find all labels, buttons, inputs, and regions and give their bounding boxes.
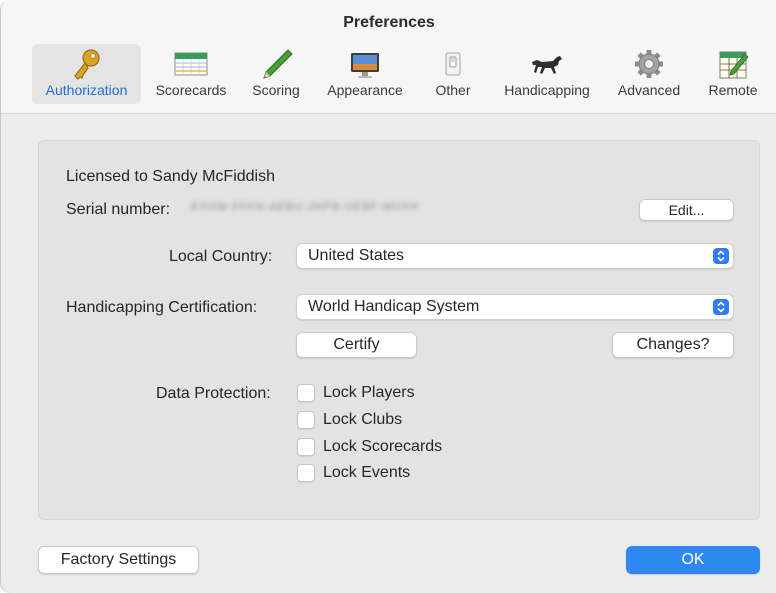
toolbar-authorization[interactable]: Authorization <box>32 44 141 104</box>
scorecard-icon <box>174 52 208 76</box>
local-country-select[interactable]: United States <box>296 243 734 269</box>
toolbar-label: Authorization <box>45 82 128 98</box>
chevron-updown-icon <box>713 248 729 264</box>
toolbar-advanced[interactable]: Advanced <box>609 44 689 104</box>
toolbar-label: Scorecards <box>155 82 227 98</box>
handicapping-certification-value: World Handicap System <box>308 298 480 315</box>
toolbar-scorecards[interactable]: Scorecards <box>147 44 235 104</box>
local-country-label: Local Country: <box>169 248 273 265</box>
toolbar-remote[interactable]: Remote <box>701 44 765 104</box>
pencil-icon <box>263 49 293 79</box>
lock-scorecards-checkbox[interactable] <box>297 438 315 456</box>
toolbar-label: Remote <box>708 82 758 98</box>
window-title: Preferences <box>343 14 435 31</box>
data-protection-label: Data Protection: <box>156 385 271 402</box>
ok-button[interactable]: OK <box>626 546 760 574</box>
lock-scorecards-label: Lock Scorecards <box>323 438 443 455</box>
preferences-window: Preferences Authorization Scorecards Sco… <box>0 0 776 593</box>
changes-button[interactable]: Changes? <box>612 332 734 358</box>
toolbar-label: Appearance <box>327 82 403 98</box>
lock-events-label: Lock Events <box>323 464 411 481</box>
toolbar-label: Other <box>435 82 471 98</box>
factory-settings-button[interactable]: Factory Settings <box>38 546 199 574</box>
toolbar-appearance[interactable]: Appearance <box>319 44 411 104</box>
licensed-to-text: Licensed to Sandy McFiddish <box>66 168 275 185</box>
serial-number-value: EXOM-FFKN-AEBU-JHPB-UEBF-MUXH <box>191 201 420 213</box>
key-icon <box>73 49 100 80</box>
lock-events-checkbox[interactable] <box>297 464 315 482</box>
lock-players-label: Lock Players <box>323 384 415 401</box>
edit-license-button[interactable]: Edit... <box>639 199 734 221</box>
handicapping-certification-select[interactable]: World Handicap System <box>296 294 734 320</box>
gear-icon <box>635 50 663 78</box>
switch-icon <box>445 52 461 76</box>
toolbar-other[interactable]: Other <box>425 44 481 104</box>
toolbar-label: Scoring <box>252 82 300 98</box>
lock-clubs-label: Lock Clubs <box>323 411 403 428</box>
certify-button[interactable]: Certify <box>296 332 417 358</box>
handicapping-certification-label: Handicapping Certification: <box>66 299 258 316</box>
title-bar: Preferences Authorization Scorecards Sco… <box>1 0 776 114</box>
toolbar-handicapping[interactable]: Handicapping <box>495 44 599 104</box>
authorization-panel <box>38 140 760 520</box>
toolbar-label: Advanced <box>617 82 681 98</box>
monitor-icon <box>351 53 379 78</box>
lock-clubs-checkbox[interactable] <box>297 411 315 429</box>
remote-scorecard-icon <box>719 51 749 79</box>
chevron-updown-icon <box>713 299 729 315</box>
horse-icon <box>532 56 562 74</box>
serial-number-label: Serial number: <box>66 201 171 218</box>
toolbar-label: Handicapping <box>504 82 590 98</box>
lock-players-checkbox[interactable] <box>297 384 315 402</box>
toolbar-scoring[interactable]: Scoring <box>243 44 309 104</box>
local-country-value: United States <box>308 247 405 264</box>
